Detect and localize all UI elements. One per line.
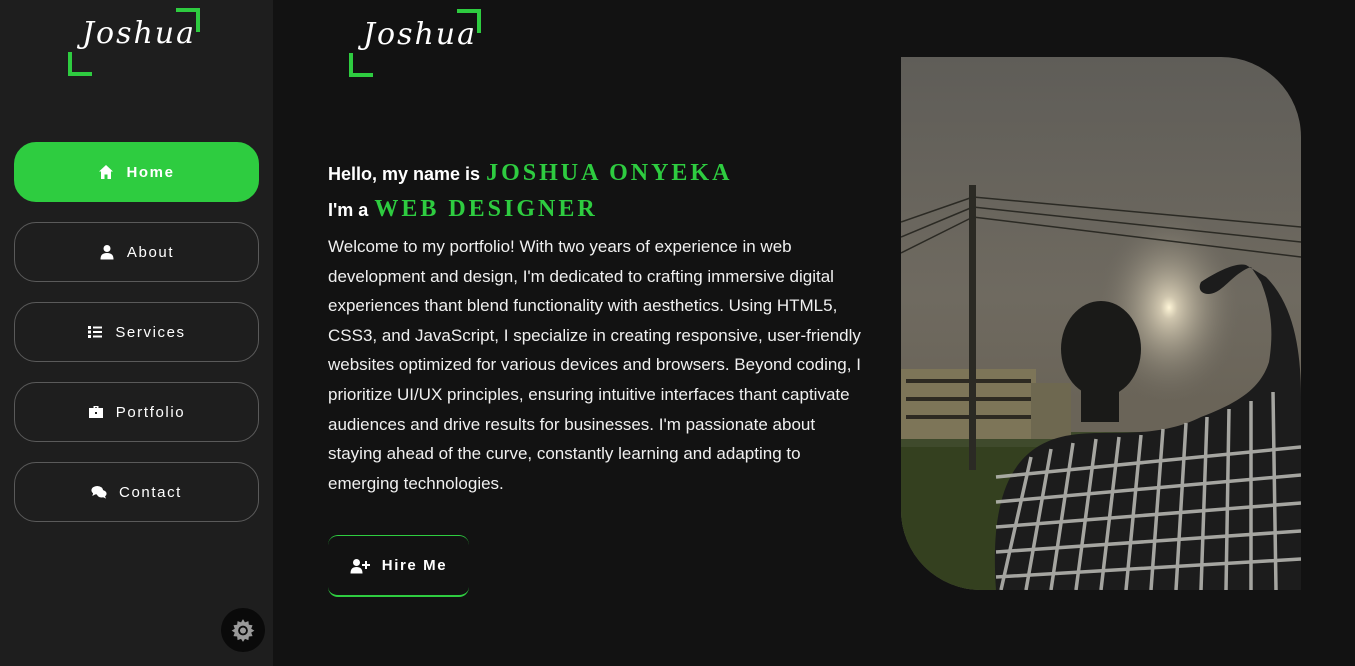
role-prefix: I'm a xyxy=(328,200,369,220)
greeting-line: Hello, my name is JOSHUA ONYEKA xyxy=(328,160,873,192)
gear-icon xyxy=(231,619,255,642)
role-line: I'm a WEB DESIGNER xyxy=(328,196,873,236)
sidebar-item-about[interactable]: About xyxy=(14,222,259,282)
sidebar-logo[interactable]: Joshua xyxy=(68,8,200,76)
bio-paragraph: Welcome to my portfolio! With two years … xyxy=(328,237,861,493)
theme-toggle-button[interactable] xyxy=(221,608,265,652)
list-icon xyxy=(88,326,103,338)
sidebar-item-label: Home xyxy=(126,163,175,181)
logo-bracket-bottom-left xyxy=(349,53,373,77)
logo-text: Joshua xyxy=(363,17,478,52)
sidebar-item-label: About xyxy=(126,243,175,261)
sidebar-item-portfolio[interactable]: Portfolio xyxy=(14,382,259,442)
header-logo[interactable]: Joshua xyxy=(349,9,481,77)
sidebar: Joshua Home About Services Portfolio Con… xyxy=(0,0,273,666)
comments-icon xyxy=(91,485,107,499)
sidebar-item-label: Services xyxy=(115,323,186,341)
greeting-text: Hello, my name is xyxy=(328,164,481,184)
sidebar-item-contact[interactable]: Contact xyxy=(14,462,259,522)
user-icon xyxy=(100,245,114,260)
profile-photo xyxy=(901,57,1301,590)
hero-role: WEB DESIGNER xyxy=(374,196,598,222)
sidebar-item-home[interactable]: Home xyxy=(14,142,259,202)
hero-name: JOSHUA ONYEKA xyxy=(486,160,733,186)
hero-section: Hello, my name is JOSHUA ONYEKA I'm a WE… xyxy=(328,160,873,498)
home-icon xyxy=(99,165,114,179)
logo-bracket-bottom-left xyxy=(68,52,92,76)
logo-text: Joshua xyxy=(82,16,197,51)
sidebar-item-label: Portfolio xyxy=(115,403,186,421)
profile-photo-image xyxy=(901,57,1301,590)
briefcase-icon xyxy=(88,406,103,418)
user-plus-icon xyxy=(350,558,370,573)
sidebar-item-services[interactable]: Services xyxy=(14,302,259,362)
sidebar-nav: Home About Services Portfolio Contact xyxy=(14,142,259,542)
sidebar-item-label: Contact xyxy=(119,483,182,501)
hire-me-button[interactable]: Hire Me xyxy=(328,535,469,597)
hire-me-label: Hire Me xyxy=(381,557,448,574)
